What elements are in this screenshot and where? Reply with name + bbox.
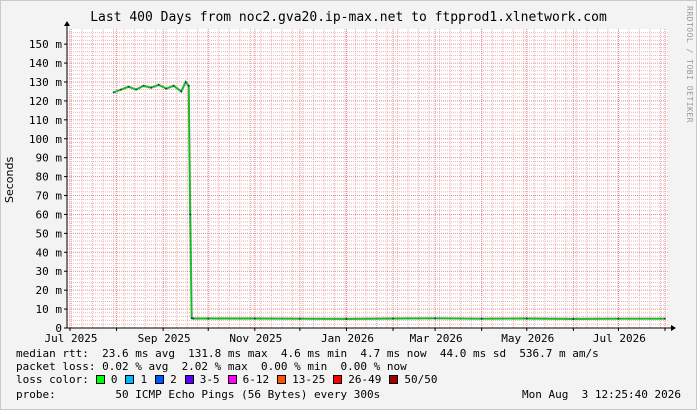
data-point [157,83,160,86]
y-tick-label: 60 m [36,208,63,221]
data-point [572,318,575,320]
loss-color-value: 0 [110,373,118,386]
data-point [345,318,348,320]
y-tick-label: 30 m [36,265,63,278]
data-point [190,317,193,320]
loss-color-value: 2 [170,373,177,386]
data-point [150,86,153,89]
timestamp: Mon Aug 3 12:25:40 2026 [522,388,681,401]
y-tick-label: 10 m [36,303,63,316]
y-tick-label: 90 m [36,152,63,165]
loss-color-item: 0 [95,373,118,386]
loss-color-value: 1 [140,373,148,386]
x-tick-label: Jul 2026 [593,332,646,345]
y-axis-arrow [64,21,70,26]
y-tick-label: 130 m [29,76,62,89]
loss-color-item: 2 [155,373,177,386]
x-tick-label: Mar 2026 [410,332,463,345]
loss-color-value: 3-5 [199,373,220,386]
loss-color-value: 26-49 [348,373,382,386]
loss-color-swatch [95,375,105,384]
y-tick-label: 50 m [36,227,63,240]
loss-color-value: 6-12 [242,373,270,386]
loss-color-item: 6-12 [227,373,270,386]
data-point [480,317,483,320]
loss-color-swatch [277,375,287,384]
loss-color-value: 50/50 [404,373,438,386]
data-point [127,85,130,88]
data-point [192,317,195,320]
data-point [525,317,528,320]
data-point [617,317,620,320]
data-point [664,317,666,320]
probe-text: probe: 50 ICMP Echo Pings (56 Bytes) eve… [16,388,381,401]
data-point [189,213,192,216]
loss-color-item: 50/50 [389,373,437,386]
y-tick-label: 40 m [36,246,63,259]
data-point [392,317,394,320]
loss-color-item: 26-49 [333,373,381,386]
loss-color-swatch [333,375,343,384]
x-tick-label: May 2026 [501,332,554,345]
loss-color-swatch [155,375,165,384]
y-tick-label: 140 m [29,57,62,70]
loss-color-value: 13-25 [292,373,326,386]
y-tick-label: 150 m [29,38,62,51]
data-point [207,317,210,320]
data-point [298,317,301,320]
y-tick-label: 110 m [29,114,62,127]
plot-area [67,29,668,328]
x-tick-label: Nov 2025 [229,332,282,345]
y-tick-label: 120 m [29,95,62,108]
loss-color-swatch [184,375,194,384]
data-point [142,84,145,87]
data-point [184,81,187,83]
loss-color-label: loss color: [16,373,89,386]
loss-color-legend: loss color: 0 1 2 3-5 6-12 13-25 26-49 50/50 [16,373,445,386]
loss-color-item: 3-5 [184,373,220,386]
loss-color-swatch [389,375,399,384]
x-tick-label: Sep 2025 [138,332,191,345]
median-rtt-stats: median rtt: 23.6 ms avg 131.8 ms max 4.6… [16,347,599,360]
x-tick-label: Jul 2025 [45,332,98,345]
data-point [120,88,122,91]
probe-row: probe: 50 ICMP Echo Pings (56 Bytes) eve… [16,388,681,401]
loss-color-item: 1 [125,373,147,386]
data-point [434,317,437,320]
packet-loss-stats: packet loss: 0.02 % avg 2.02 % max 0.00 … [16,360,407,373]
data-point [165,87,168,90]
y-tick-label: 80 m [36,171,63,184]
loss-color-swatch [227,375,237,384]
y-tick-label: 70 m [36,190,63,203]
loss-color-swatch [125,375,135,384]
data-point [180,90,183,93]
loss-color-item: 13-25 [277,373,325,386]
data-point [135,88,138,91]
data-point [172,84,175,87]
data-point [253,317,256,320]
y-tick-label: 20 m [36,284,63,297]
data-point [112,91,115,94]
y-tick-label: 100 m [29,133,62,146]
data-point [187,84,190,87]
x-tick-label: Jan 2026 [321,332,374,345]
x-axis-arrow [671,325,676,331]
